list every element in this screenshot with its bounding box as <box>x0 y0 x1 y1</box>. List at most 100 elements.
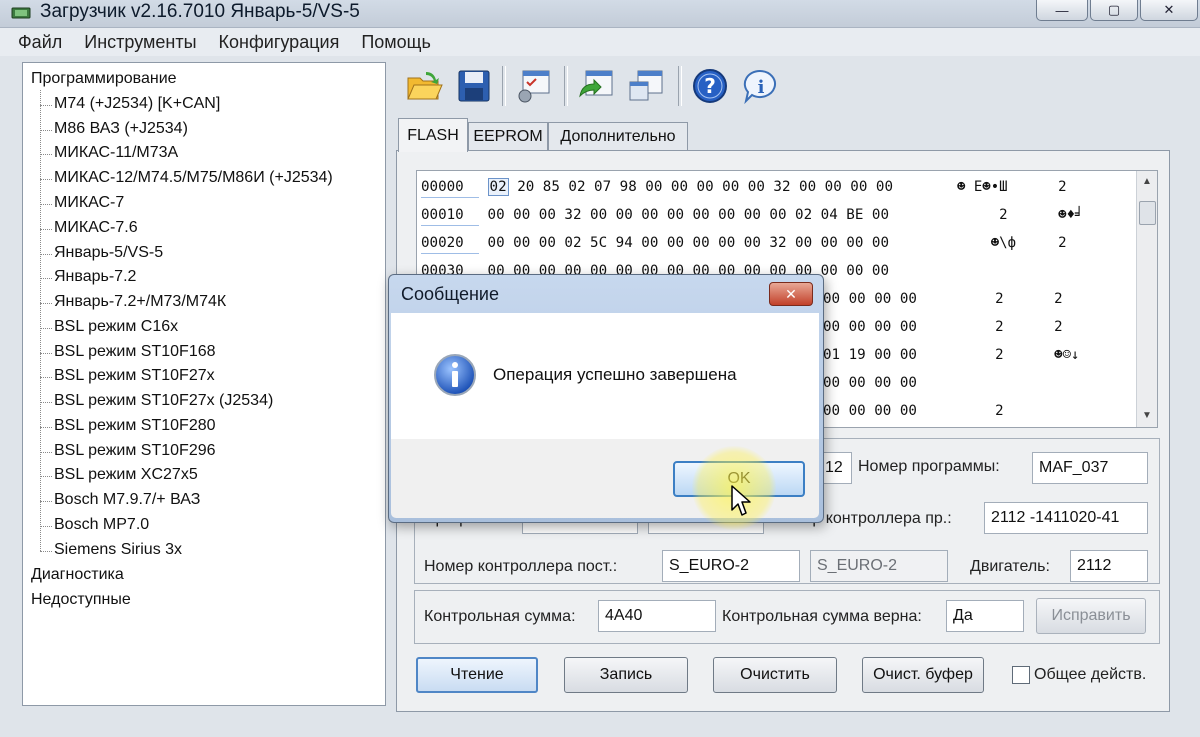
hex-address: 00010 <box>421 205 479 226</box>
hex-row-partial: 00 00 00 00 2 2 <box>823 287 1063 311</box>
hex-selected-byte[interactable]: 02 <box>487 178 509 196</box>
tree-item[interactable]: Январь-7.2 <box>54 268 136 286</box>
tree-root-diagnostics[interactable]: Диагностика <box>31 566 124 584</box>
save-disk-icon[interactable] <box>454 66 494 106</box>
open-folder-icon[interactable] <box>404 66 444 106</box>
tree-item[interactable]: M86 ВАЗ (+J2534) <box>54 120 188 138</box>
read-window-icon[interactable] <box>576 66 616 106</box>
help-icon[interactable]: ? <box>690 66 730 106</box>
common-action-label: Общее действ. <box>1034 666 1147 683</box>
hex-ascii: 2 2 <box>953 319 1063 335</box>
tree-item[interactable]: Bosch M7.9.7/+ ВАЗ <box>54 491 200 509</box>
window-title: Загрузчик v2.16.7010 Январь-5/VS-5 <box>40 1 360 22</box>
clear-buffer-button[interactable]: Очист. буфер <box>862 657 984 693</box>
tree-item[interactable]: МИКАС-7.6 <box>54 219 138 237</box>
tab-flash[interactable]: FLASH <box>398 118 468 152</box>
tree-root-unavailable[interactable]: Недоступные <box>31 591 131 609</box>
hex-ascii: ☻ E☻•Ш 2 <box>957 179 1067 195</box>
engine-field[interactable]: 2112 <box>1070 550 1148 582</box>
menu-file[interactable]: Файл <box>18 32 62 53</box>
app-chip-icon <box>11 7 31 19</box>
hex-address: 00020 <box>421 233 479 254</box>
hex-scrollbar[interactable]: ▲ ▼ <box>1136 171 1157 427</box>
hex-row-partial: 00 00 00 00 2 <box>823 399 1004 423</box>
message-dialog: Сообщение ✕ Операция успешно завершена O… <box>388 274 824 523</box>
hex-bytes: 00 00 00 00 <box>823 291 917 307</box>
tree-item[interactable]: МИКАС-11/М73А <box>54 144 178 162</box>
hex-bytes: 00 00 00 00 <box>823 319 917 335</box>
hex-ascii: 2 <box>953 403 1004 419</box>
info-icon <box>434 354 476 396</box>
hex-ascii: 2 ☻♦╛ <box>957 207 1084 223</box>
controller-post-label: Номер контроллера пост.: <box>424 558 618 575</box>
menu-bar: Файл Инструменты Конфигурация Помощь <box>0 28 1200 56</box>
checksum-ok-label: Контрольная сумма верна: <box>722 608 922 625</box>
tree-root-programming[interactable]: Программирование <box>31 70 177 88</box>
tree-item[interactable]: M74 (+J2534) [K+CAN] <box>54 95 220 113</box>
hex-row: 00020 00 00 00 02 5C 94 00 00 00 00 00 3… <box>421 231 1067 255</box>
tree-item[interactable]: BSL режим ST10F280 <box>54 417 216 435</box>
tree-item[interactable]: BSL режим C16x <box>54 318 178 336</box>
write-button[interactable]: Запись <box>564 657 688 693</box>
clear-button[interactable]: Очистить <box>713 657 837 693</box>
hex-row-partial: 00 00 00 00 <box>823 371 917 395</box>
dialog-title: Сообщение <box>401 284 499 304</box>
settings-form-icon[interactable] <box>514 66 554 106</box>
minimize-button[interactable]: — <box>1036 0 1088 21</box>
hex-bytes: 00 00 00 02 5C 94 00 00 00 00 00 32 00 0… <box>487 235 890 251</box>
hex-row: 00000 02 20 85 02 07 98 00 00 00 00 00 3… <box>421 175 1067 199</box>
read-button[interactable]: Чтение <box>416 657 538 693</box>
tree-item[interactable]: BSL режим ST10F296 <box>54 442 216 460</box>
tree-item[interactable]: Bosch MP7.0 <box>54 516 149 534</box>
hex-bytes: 00 00 00 00 <box>823 403 917 419</box>
controller-post-field-2: S_EURO-2 <box>810 550 948 582</box>
hex-ascii: ☻\ф 2 <box>957 235 1067 251</box>
close-window-button[interactable]: ✕ <box>1140 0 1198 21</box>
checksum-field[interactable]: 4A40 <box>598 600 716 632</box>
hex-row-partial: 01 19 00 00 2 ☻☺↓ <box>823 343 1079 367</box>
program-number-label: Номер программы: <box>858 458 1000 475</box>
program-number-field[interactable]: MAF_037 <box>1032 452 1148 484</box>
tree-item[interactable]: МИКАС-7 <box>54 194 124 212</box>
common-action-checkbox[interactable] <box>1012 666 1030 684</box>
tree-item[interactable]: BSL режим ST10F27x <box>54 367 215 385</box>
menu-help[interactable]: Помощь <box>361 32 431 53</box>
tree-item-selected[interactable]: Январь-5/VS-5 <box>54 244 163 262</box>
controller-pr-field[interactable]: 2112 -1411020-41 <box>984 502 1148 534</box>
hex-row-partial: 00 00 00 00 2 2 <box>823 315 1063 339</box>
write-window-icon[interactable] <box>626 66 666 106</box>
tree-item[interactable]: BSL режим XC27x5 <box>54 466 198 484</box>
hex-bytes: 20 85 02 07 98 00 00 00 00 00 32 00 00 0… <box>517 179 894 195</box>
scroll-up-arrow-icon[interactable]: ▲ <box>1137 173 1157 191</box>
tree-item[interactable]: BSL режим ST10F27x (J2534) <box>54 392 273 410</box>
menu-tools[interactable]: Инструменты <box>84 32 196 53</box>
checksum-label: Контрольная сумма: <box>424 608 576 625</box>
dialog-close-button[interactable]: ✕ <box>769 282 813 306</box>
hex-bytes: 00 00 00 32 00 00 00 00 00 00 00 00 02 0… <box>487 207 890 223</box>
engine-label: Двигатель: <box>970 558 1050 575</box>
hex-bytes: 00 00 00 00 <box>823 375 917 391</box>
tree-item[interactable]: МИКАС-12/М74.5/М75/М86И (+J2534) <box>54 169 333 187</box>
fix-checksum-button[interactable]: Исправить <box>1036 598 1146 634</box>
hex-ascii: 2 2 <box>953 291 1063 307</box>
maximize-button[interactable]: ▢ <box>1090 0 1138 21</box>
hex-ascii: 2 ☻☺↓ <box>953 347 1080 363</box>
tree-item[interactable]: Siemens Sirius 3x <box>54 541 182 559</box>
tree-guide-line <box>40 90 42 551</box>
hex-row: 00010 00 00 00 32 00 00 00 00 00 00 00 0… <box>421 203 1083 227</box>
tree-item[interactable]: BSL режим ST10F168 <box>54 343 216 361</box>
info-bubble-icon[interactable]: i <box>740 66 780 106</box>
tree-item[interactable]: Январь-7.2+/М73/М74К <box>54 293 226 311</box>
title-bar: Загрузчик v2.16.7010 Январь-5/VS-5 — ▢ ✕ <box>0 0 1200 28</box>
hex-bytes: 01 19 00 00 <box>823 347 917 363</box>
svg-text:?: ? <box>704 74 716 98</box>
hex-address: 00000 <box>421 177 479 198</box>
controller-post-field[interactable]: S_EURO-2 <box>662 550 800 582</box>
scroll-down-arrow-icon[interactable]: ▼ <box>1137 407 1157 425</box>
tab-additional[interactable]: Дополнительно <box>548 122 688 151</box>
tab-eeprom[interactable]: EEPROM <box>468 122 548 151</box>
ecu-tree: Программирование M74 (+J2534) [K+CAN] M8… <box>22 62 386 706</box>
scroll-thumb[interactable] <box>1139 201 1156 225</box>
menu-configuration[interactable]: Конфигурация <box>219 32 340 53</box>
checksum-ok-field: Да <box>946 600 1024 632</box>
